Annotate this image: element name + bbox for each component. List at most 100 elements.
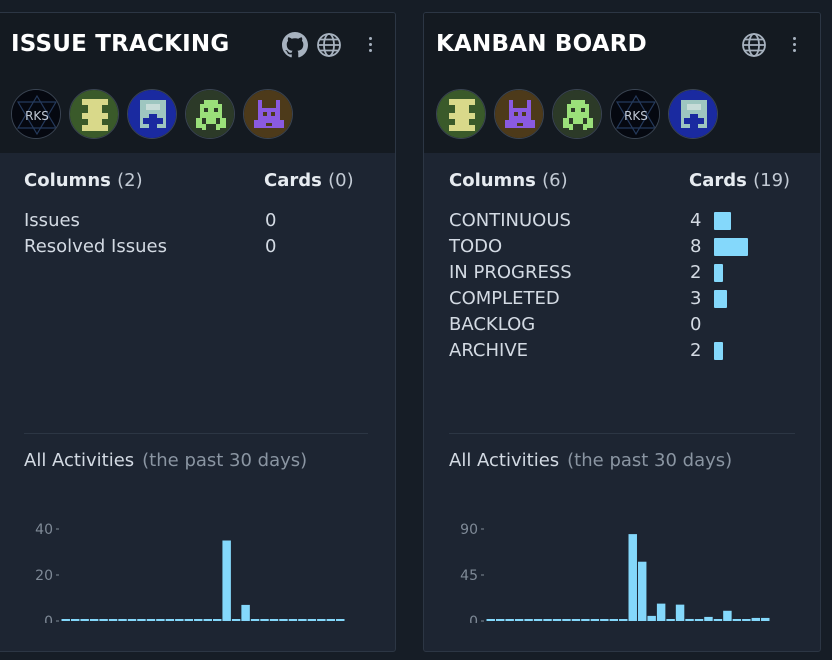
more-vertical-icon[interactable] [366,35,376,55]
more-vertical-icon[interactable] [790,35,800,55]
activity-bar [543,619,552,621]
svg-text:RKS: RKS [624,109,648,123]
y-tick-label: 45 [460,568,478,584]
activity-chart: 90 45 0 [460,522,770,623]
activity-bar [279,619,288,621]
activity-bar [486,619,495,621]
y-tick-label: 0 [469,614,478,623]
activity-bar [524,619,533,621]
column-count-completed: 3 [690,288,702,309]
avatar-purple-invader[interactable] [243,89,293,139]
activity-bar [137,619,146,621]
avatar-purple-invader[interactable] [494,89,544,139]
activity-bar [732,619,742,621]
column-count-bar [714,342,723,360]
avatar-yellow-invader[interactable] [69,89,119,139]
activity-bar [175,619,184,621]
column-label-continuous: CONTINUOUS [449,210,571,231]
activity-bar [609,619,619,621]
activity-bar [581,619,590,621]
board-card-kanban-board[interactable]: KANBAN BOARD RKS Columns (6) Cards (19) … [423,12,821,652]
activity-bar [562,619,571,621]
activity-bar [80,619,89,621]
column-count-in-progress: 2 [690,262,702,283]
activity-bar [317,619,326,621]
activity-bar [260,619,269,621]
activity-bar [675,604,685,621]
activity-bar [742,619,751,621]
activity-bar [571,619,581,621]
activity-bar [99,619,108,621]
activity-bar [685,618,694,621]
activity-bar [118,619,127,621]
avatar-rks[interactable]: RKS [610,89,660,139]
y-tick-label: 90 [460,522,478,538]
column-count-resolved-issues: 0 [265,236,277,257]
column-count-bar [714,212,731,230]
activity-bar [600,619,609,621]
activity-bar [637,561,647,621]
activities-heading: All Activities (the past 30 days) [449,450,733,471]
columns-heading: Columns (6) [449,170,568,191]
column-count-archive: 2 [690,340,702,361]
activity-bar [269,619,279,621]
activity-bar [761,617,770,621]
cards-heading: Cards (19) [689,170,791,191]
activity-bar [552,619,562,621]
avatar-green-invader[interactable] [552,89,602,139]
column-count-bar [714,264,723,282]
board-title[interactable]: KANBAN BOARD [436,31,647,57]
column-count-todo: 8 [690,236,702,257]
activity-bar [212,619,222,621]
column-label-in-progress: IN PROGRESS [449,262,572,283]
column-label-backlog: BACKLOG [449,314,536,335]
svg-text:RKS: RKS [25,109,49,123]
activity-bar [713,619,723,621]
divider [449,433,795,434]
activity-bar [628,534,637,621]
column-label-todo: TODO [449,236,503,257]
globe-icon[interactable] [741,32,767,58]
y-tick-label: 0 [44,614,53,623]
activity-bar [307,619,317,621]
activity-bar [165,619,175,621]
avatar-blue-cross[interactable] [668,89,718,139]
y-tick-label: 20 [35,568,53,584]
activity-bar [723,610,732,621]
column-count-issues: 0 [265,210,277,231]
activity-bar [694,619,704,621]
activity-bar [108,619,118,621]
activity-bar [298,619,307,621]
activity-chart: 40 20 0 [35,522,345,623]
avatar-rks[interactable]: RKS [11,89,61,139]
activity-bar [619,619,628,621]
activity-bar [505,619,514,621]
activity-bar [751,617,761,621]
github-icon[interactable] [282,32,308,58]
y-tick-label: 40 [35,522,53,538]
activity-bar [61,619,70,621]
activity-bar [127,619,137,621]
activity-bar [666,619,675,621]
activity-bar [146,619,156,621]
column-count-bar [714,238,748,256]
column-label-completed: COMPLETED [449,288,560,309]
avatar-green-invader[interactable] [185,89,235,139]
globe-icon[interactable] [316,32,342,58]
column-count-backlog: 0 [690,314,702,335]
board-card-issue-tracking[interactable]: ISSUE TRACKING RKS Columns (2) Cards (0)… [0,12,396,652]
activity-bar [336,619,345,621]
activity-bar [514,619,524,621]
card-header: ISSUE TRACKING RKS [0,13,395,153]
avatar-blue-cross[interactable] [127,89,177,139]
activity-bar [231,619,241,621]
avatar-yellow-invader[interactable] [436,89,486,139]
column-label-resolved-issues: Resolved Issues [24,236,167,257]
board-title[interactable]: ISSUE TRACKING [11,31,229,57]
activity-bar [203,619,212,621]
activity-bar [70,619,80,621]
activity-bar [647,615,656,621]
divider [24,433,368,434]
activity-bar [590,619,600,621]
column-count-bar [714,290,727,308]
